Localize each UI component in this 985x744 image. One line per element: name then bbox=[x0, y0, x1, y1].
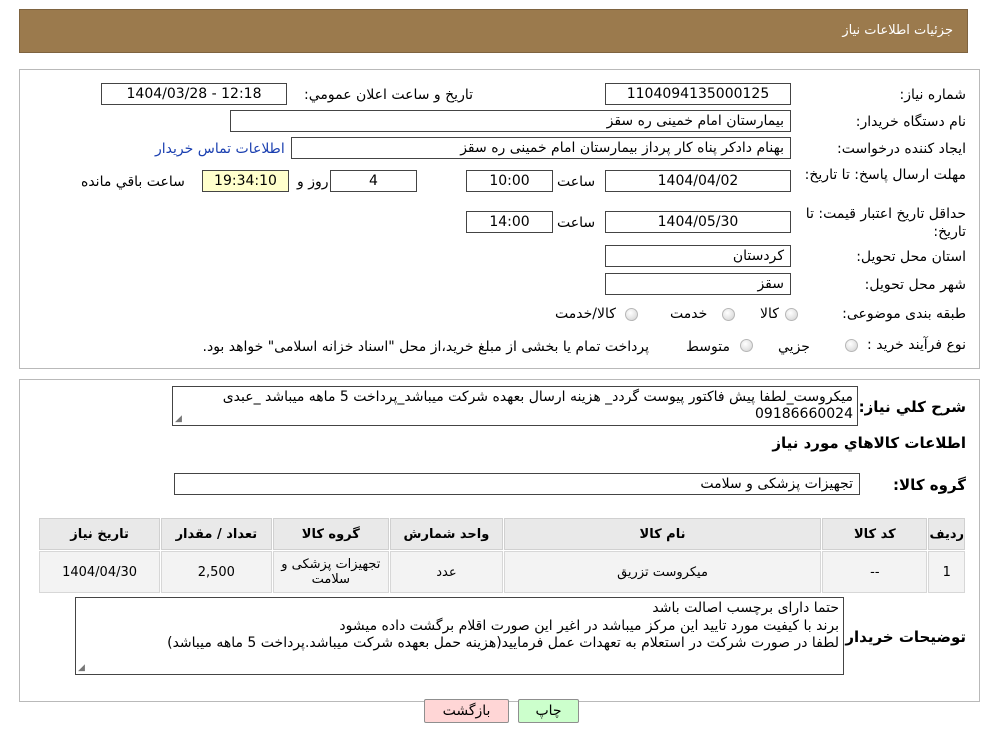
cell-group: تجهیزات پزشکی و سلامت bbox=[271, 550, 391, 594]
city-label: شهر محل تحویل: bbox=[864, 277, 966, 293]
category-service-label: خدمت bbox=[670, 306, 708, 322]
cell-unit: عدد bbox=[389, 550, 504, 594]
col-code-header: کد کالا bbox=[821, 517, 929, 551]
cell-row: 1 bbox=[927, 550, 966, 594]
table-header-row: ردیف کد کالا نام کالا واحد شمارش گروه کا… bbox=[37, 517, 966, 551]
summary-textarea[interactable]: میکروست_لطفا پیش فاکتور پیوست گردد_ هزین… bbox=[172, 386, 858, 426]
need-number-label: شماره نیاز: bbox=[899, 87, 967, 103]
days-remaining-field: 4 bbox=[330, 170, 417, 192]
col-date-header: تاریخ نیاز bbox=[37, 517, 162, 551]
category-goods-service-radio[interactable] bbox=[625, 308, 638, 321]
creator-label: ایجاد کننده درخواست: bbox=[837, 141, 966, 157]
resize-grip-icon[interactable]: ◢ bbox=[78, 664, 85, 673]
buyer-org-field: بیمارستان امام خمینی ره سقز bbox=[230, 110, 791, 132]
process-label: نوع فرآیند خرید : bbox=[867, 337, 966, 353]
notes-line-3: لطفا در صورت شرکت در استعلام به تعهدات ع… bbox=[167, 635, 839, 651]
goods-group-field: تجهیزات پزشکی و سلامت bbox=[174, 473, 860, 495]
process-minor-label: جزيي bbox=[778, 339, 810, 355]
process-medium-label: متوسط bbox=[686, 339, 730, 355]
notes-line-2: برند با کیفیت مورد تایید این مرکز میباشد… bbox=[339, 617, 839, 634]
process-note: پرداخت تمام یا بخشی از مبلغ خرید،از محل … bbox=[202, 339, 649, 355]
goods-group-label: گروه کالا: bbox=[893, 476, 966, 494]
category-goods-label: کالا bbox=[760, 306, 779, 322]
days-label: روز و bbox=[297, 174, 329, 190]
buyer-notes-label: توضیحات خریدار: bbox=[839, 628, 966, 646]
col-name-header: نام کالا bbox=[502, 517, 823, 551]
deadline-date-field: 1404/04/02 bbox=[605, 170, 791, 192]
deadline-time-field: 10:00 bbox=[466, 170, 553, 192]
validity-date-field: 1404/05/30 bbox=[605, 211, 791, 233]
announce-date-label: تاریخ و ساعت اعلان عمومي: bbox=[304, 87, 473, 103]
countdown-field: 19:34:10 bbox=[202, 170, 289, 192]
deadline-time-label: ساعت bbox=[557, 174, 596, 190]
validity-time-field: 14:00 bbox=[466, 211, 553, 233]
buyer-notes-textarea[interactable]: حتما دارای برچسب اصالت باشد برند با کیفی… bbox=[75, 597, 844, 675]
col-group-header: گروه کالا bbox=[271, 517, 391, 551]
process-medium-radio[interactable] bbox=[740, 339, 753, 352]
col-unit-header: واحد شمارش bbox=[389, 517, 504, 551]
table-row[interactable]: 1 -- میکروست تزریق عدد تجهیزات پزشکی و س… bbox=[37, 550, 966, 594]
print-button[interactable]: چاپ bbox=[518, 699, 579, 723]
category-goods-service-label: کالا/خدمت bbox=[555, 306, 616, 322]
category-service-radio[interactable] bbox=[722, 308, 735, 321]
cell-code: -- bbox=[821, 550, 929, 594]
buyer-contact-link[interactable]: اطلاعات تماس خریدار bbox=[155, 140, 285, 158]
need-number-field: 1104094135000125 bbox=[605, 83, 791, 105]
back-button[interactable]: بازگشت bbox=[424, 699, 509, 723]
cell-date: 1404/04/30 bbox=[37, 550, 162, 594]
province-field: کردستان bbox=[605, 245, 791, 267]
creator-field: بهنام دادکر پناه کار پرداز بیمارستان اما… bbox=[291, 137, 791, 159]
province-label: استان محل تحویل: bbox=[856, 249, 966, 265]
validity-time-label: ساعت bbox=[557, 215, 596, 231]
deadline-label: مهلت ارسال پاسخ: تا تاریخ: bbox=[804, 167, 966, 183]
page-header: جزئیات اطلاعات نیاز bbox=[19, 9, 968, 53]
announce-date-field: 1404/03/28 - 12:18 bbox=[101, 83, 287, 105]
col-qty-header: تعداد / مقدار bbox=[160, 517, 273, 551]
page-title: جزئیات اطلاعات نیاز bbox=[842, 23, 953, 38]
cell-name: میکروست تزریق bbox=[502, 550, 823, 594]
buyer-org-label: نام دستگاه خریدار: bbox=[855, 114, 966, 130]
goods-info-title: اطلاعات کالاهاي مورد نیاز bbox=[772, 434, 966, 452]
col-row-header: ردیف bbox=[927, 517, 966, 551]
goods-table: ردیف کد کالا نام کالا واحد شمارش گروه کا… bbox=[37, 517, 966, 594]
summary-line-2: 09186660024 bbox=[755, 406, 853, 422]
countdown-label: ساعت باقي مانده bbox=[81, 174, 185, 190]
summary-line-1: میکروست_لطفا پیش فاکتور پیوست گردد_ هزین… bbox=[222, 389, 853, 405]
cell-qty: 2,500 bbox=[160, 550, 273, 594]
category-goods-radio[interactable] bbox=[785, 308, 798, 321]
validity-label: حداقل تاریخ اعتبار قیمت: تا تاریخ: bbox=[805, 206, 966, 240]
process-minor-radio[interactable] bbox=[845, 339, 858, 352]
city-field: سقز bbox=[605, 273, 791, 295]
category-label: طبقه بندی موضوعی: bbox=[842, 306, 966, 322]
resize-grip-icon[interactable]: ◢ bbox=[175, 415, 182, 424]
notes-line-1: حتما دارای برچسب اصالت باشد bbox=[652, 600, 839, 616]
summary-label: شرح کلي نیاز: bbox=[858, 398, 966, 416]
